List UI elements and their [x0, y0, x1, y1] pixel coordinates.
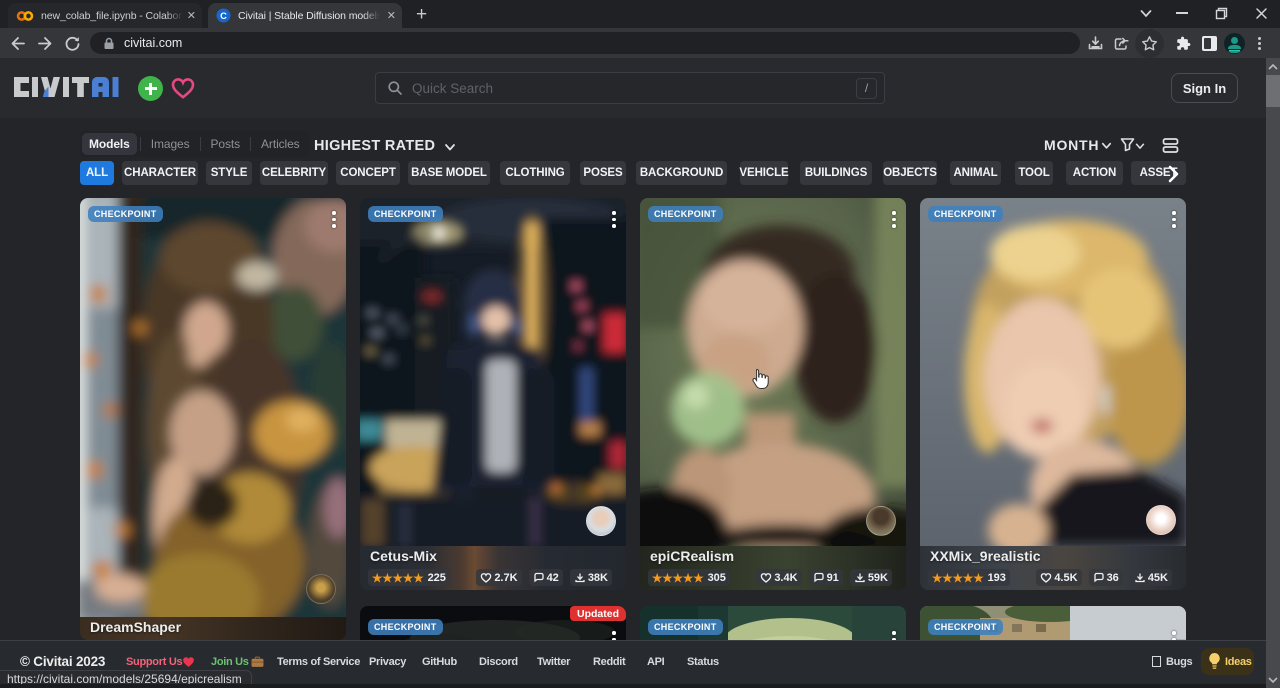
- svg-text:C: C: [220, 11, 227, 21]
